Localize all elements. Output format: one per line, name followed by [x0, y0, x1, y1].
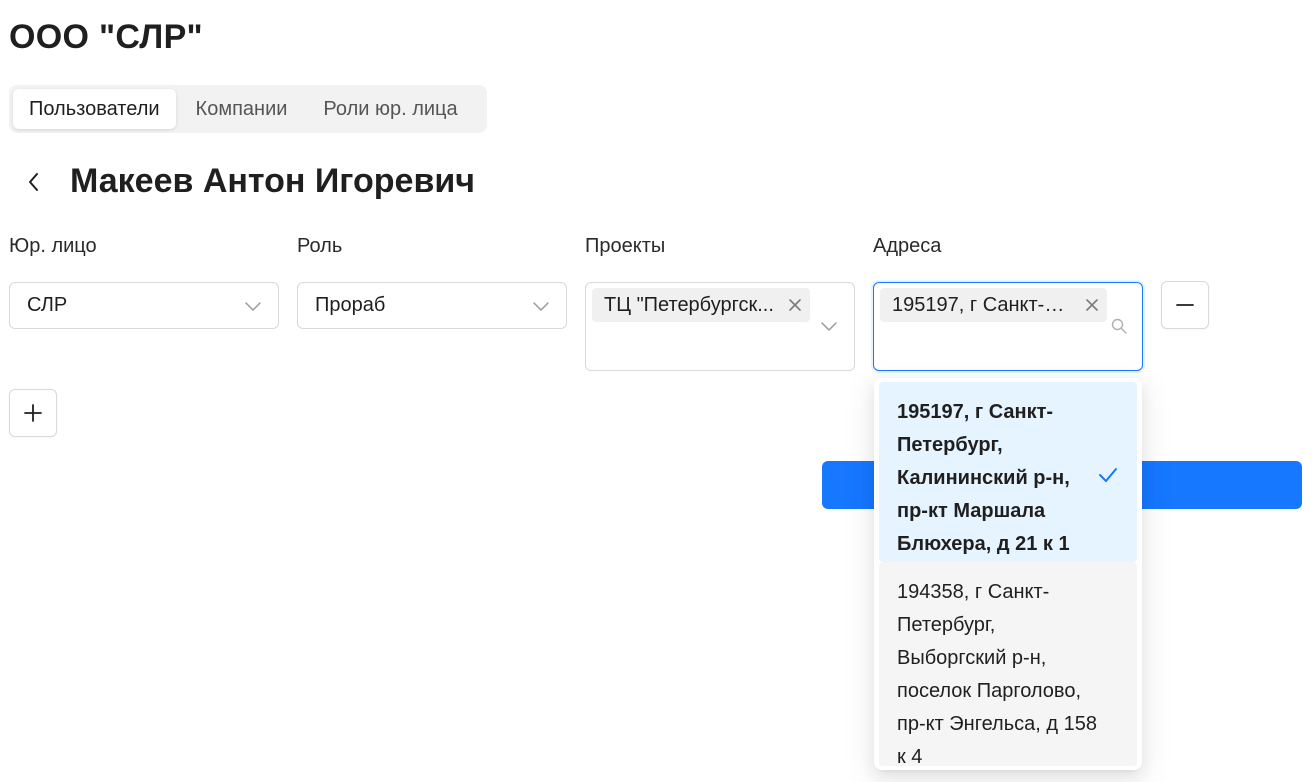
role-value: Прораб	[315, 294, 386, 316]
remove-row-button[interactable]	[1161, 281, 1209, 329]
legal-entity-label: Юр. лицо	[9, 235, 97, 257]
tab-users[interactable]: Пользователи	[13, 89, 176, 129]
company-title: ООО "СЛР"	[9, 18, 203, 56]
address-option-selected[interactable]: 195197, г Санкт-Петербург, Калининский р…	[879, 382, 1137, 562]
address-option[interactable]: 194358, г Санкт-Петербург, Выборгский р-…	[879, 562, 1137, 768]
addresses-label: Адреса	[873, 235, 942, 257]
legal-entity-select[interactable]: СЛР	[9, 282, 279, 329]
address-tag: 195197, г Санкт-П...	[880, 288, 1107, 322]
close-icon[interactable]	[788, 298, 802, 312]
address-option-text: 194358, г Санкт-Петербург, Выборгский р-…	[897, 581, 1097, 768]
chevron-left-icon	[29, 173, 38, 191]
projects-label: Проекты	[585, 235, 666, 257]
close-icon[interactable]	[1085, 298, 1099, 312]
minus-icon	[1176, 304, 1194, 306]
chevron-down-icon	[533, 302, 549, 311]
project-tag: ТЦ "Петербургск...	[592, 288, 810, 322]
back-button[interactable]	[20, 168, 48, 196]
address-option-text: 195197, г Санкт-Петербург, Калининский р…	[897, 401, 1070, 555]
search-icon	[1111, 318, 1127, 334]
role-label: Роль	[297, 235, 343, 257]
add-row-button[interactable]	[9, 389, 57, 437]
tab-legal-roles[interactable]: Роли юр. лица	[307, 89, 473, 129]
check-icon	[1099, 468, 1117, 482]
page-title: Макеев Антон Игоревич	[70, 162, 476, 200]
tab-companies[interactable]: Компании	[180, 89, 304, 129]
address-dropdown: 195197, г Санкт-Петербург, Калининский р…	[874, 378, 1142, 770]
chevron-down-icon	[821, 322, 837, 331]
role-select[interactable]: Прораб	[297, 282, 567, 329]
projects-select[interactable]: ТЦ "Петербургск...	[585, 282, 855, 371]
plus-icon	[24, 404, 42, 422]
tabs-bar: Пользователи Компании Роли юр. лица	[9, 85, 487, 133]
address-tag-label: 195197, г Санкт-П...	[892, 294, 1076, 316]
chevron-down-icon	[245, 302, 261, 311]
legal-entity-value: СЛР	[27, 294, 68, 316]
project-tag-label: ТЦ "Петербургск...	[604, 294, 774, 316]
addresses-select[interactable]: 195197, г Санкт-П...	[873, 282, 1143, 371]
